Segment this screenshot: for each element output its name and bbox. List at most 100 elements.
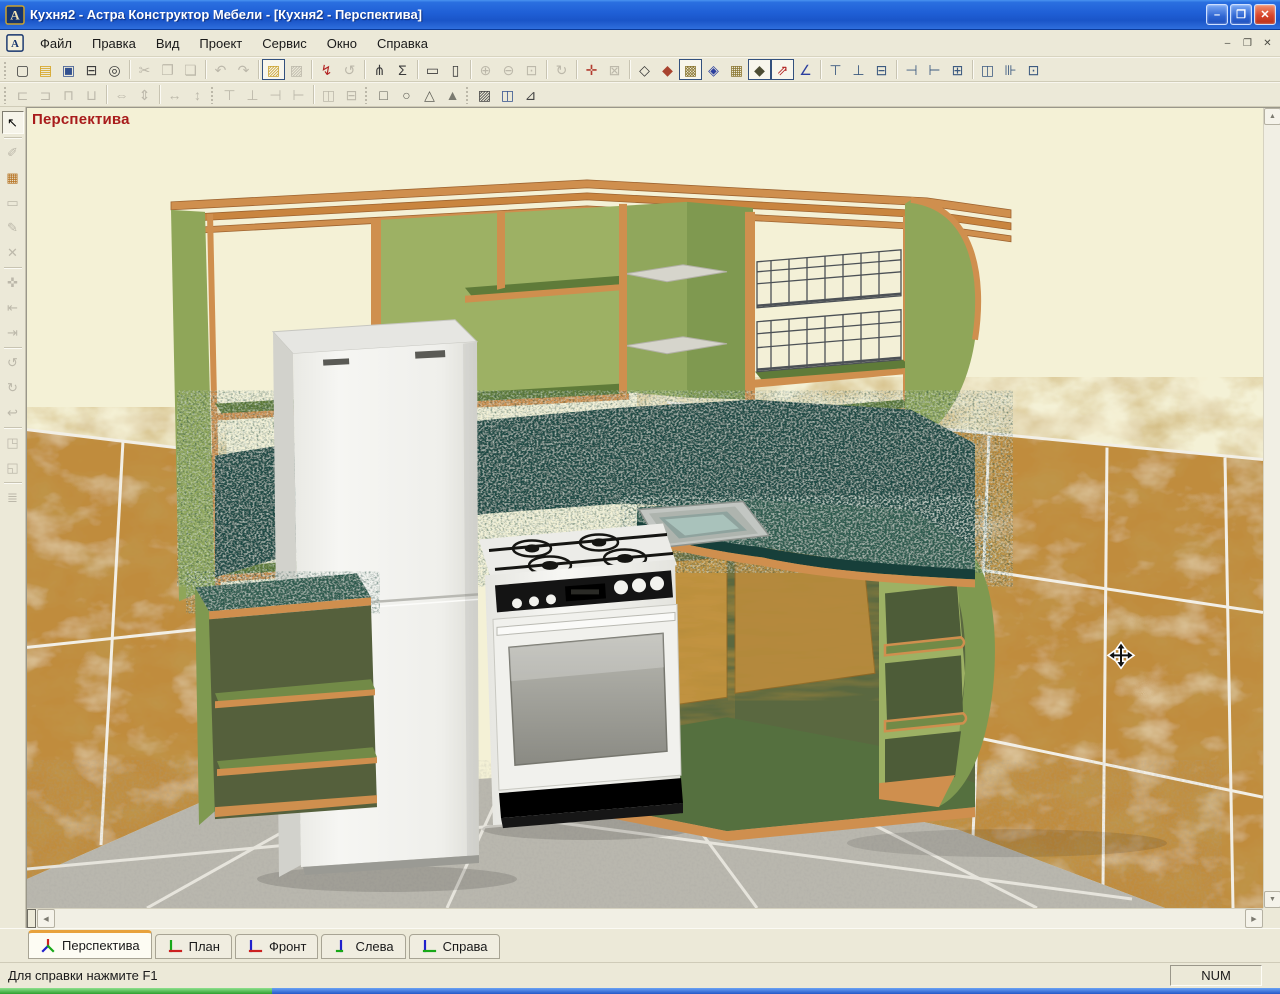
num-lock-indicator: NUM	[1170, 965, 1262, 986]
menu-project[interactable]: Проект	[189, 32, 252, 55]
app-icon: A	[5, 4, 25, 25]
undo-icon: ↶	[214, 61, 227, 78]
rotate-part-icon: ↺	[343, 61, 356, 78]
panel-top-icon[interactable]: ⊤	[824, 59, 847, 80]
mdi-minimize-button[interactable]: –	[1219, 35, 1236, 51]
open-folder-icon[interactable]: ▤	[34, 59, 57, 80]
panel-inside-icon[interactable]: ⊡	[1022, 59, 1045, 80]
menu-edit[interactable]: Правка	[82, 32, 146, 55]
view-fittings-icon[interactable]: ▦	[725, 59, 748, 80]
vertical-scrollbar[interactable]: ▲ ▼	[1263, 108, 1280, 908]
panel-left-icon[interactable]: ⊣	[900, 59, 923, 80]
new-file-icon[interactable]: ▢	[11, 59, 34, 80]
taskbar-start-edge	[0, 988, 272, 994]
toolbar-grip	[465, 85, 470, 104]
vertical-scroll-track[interactable]	[1264, 125, 1280, 891]
print-preview-icon[interactable]: ◎	[103, 59, 126, 80]
primitive-pyramid-icon[interactable]: ▲	[441, 84, 464, 105]
horizontal-scroll-track[interactable]	[55, 909, 1245, 928]
select-texture-icon[interactable]: ▨	[473, 84, 496, 105]
oven-door[interactable]	[492, 603, 682, 791]
view-textured-icon[interactable]: ▩	[679, 59, 702, 80]
panel-columns-icon[interactable]: ⊪	[999, 59, 1022, 80]
toolbar-editing: ⊏ ⊐ ⊓ ⊔ ⇔ ⇕ ↔ ↕ ⊤ ⊥ ⊣ ⊢ ◫ ⊟ □ ○ △ ▲ ▨ ◫ ⊿	[0, 82, 1280, 107]
coordinate-axes-icon[interactable]: ∠	[794, 59, 817, 80]
add-panel-icon[interactable]: ▦	[2, 166, 24, 189]
mdi-restore-button[interactable]: ❐	[1239, 35, 1256, 51]
save-icon[interactable]: ▣	[57, 59, 80, 80]
mdi-close-button[interactable]: ✕	[1259, 35, 1276, 51]
toolbar-separator	[972, 60, 973, 79]
view-tab-bar: Перспектива План Фронт Слева Справа	[0, 928, 1280, 962]
window-title: Кухня2 - Астра Конструктор Мебели - [Кух…	[30, 7, 423, 22]
horizontal-scrollbar[interactable]: ◀ ▶	[27, 908, 1263, 928]
tab-label: Слева	[355, 939, 394, 954]
panel-right-icon[interactable]: ⊢	[923, 59, 946, 80]
print-icon[interactable]: ⊟	[80, 59, 103, 80]
offset-left-icon: ⇤	[7, 299, 18, 315]
toolbar-separator	[205, 60, 206, 79]
restore-button[interactable]: ❐	[1230, 4, 1252, 25]
calc-sum-icon[interactable]: Σ	[391, 59, 414, 80]
toolbar-separator	[313, 85, 314, 104]
corner-panel[interactable]	[621, 201, 687, 398]
texture-direction-icon[interactable]: ⇗	[771, 59, 794, 80]
frame-horizontal-icon[interactable]: ▭	[421, 59, 444, 80]
rotate-y-icon: ↻	[7, 379, 18, 395]
tab-label: Фронт	[268, 939, 307, 954]
scroll-down-button[interactable]: ▼	[1264, 891, 1280, 908]
move-object-icon: ✜	[7, 274, 18, 290]
toolbar-separator	[896, 60, 897, 79]
view-solid-icon[interactable]: ◆	[656, 59, 679, 80]
scroll-right-button[interactable]: ▶	[1245, 909, 1263, 928]
tab-plan[interactable]: План	[154, 934, 232, 959]
panel-divider-icon[interactable]: ⊞	[946, 59, 969, 80]
fit-top-icon: ⊓	[63, 86, 74, 103]
menu-file[interactable]: Файл	[30, 32, 82, 55]
minimize-button[interactable]: –	[1206, 4, 1228, 25]
scale-object-icon: ◳	[6, 434, 19, 450]
fit-left-icon: ⊏	[16, 86, 29, 103]
toolbar-separator	[129, 60, 130, 79]
edit-shape-icon: ✎	[7, 219, 18, 235]
panel-rows-icon[interactable]: ◫	[976, 59, 999, 80]
pane-splitter[interactable]	[27, 909, 36, 928]
menu-service[interactable]: Сервис	[252, 32, 317, 55]
center-model-icon[interactable]: ✛	[580, 59, 603, 80]
close-button[interactable]: ✕	[1254, 4, 1276, 25]
tab-right[interactable]: Справа	[408, 934, 500, 959]
orbit-view-icon: ↻	[555, 61, 568, 78]
tab-perspective[interactable]: Перспектива	[28, 930, 152, 959]
gas-stove[interactable]	[479, 523, 683, 829]
primitive-cube-icon[interactable]: □	[372, 84, 395, 105]
menu-help[interactable]: Справка	[367, 32, 438, 55]
frame-vertical-icon[interactable]: ▯	[444, 59, 467, 80]
kitchen-3d-view[interactable]	[27, 108, 1263, 908]
panel-bottom-icon[interactable]: ⊥	[847, 59, 870, 80]
viewport-canvas[interactable]: Перспектива	[27, 108, 1263, 908]
view-render-icon[interactable]: ◆	[748, 59, 771, 80]
select-tool-icon[interactable]: ↖	[1, 111, 24, 134]
add-worktop-icon[interactable]: ⊿	[519, 84, 542, 105]
left-pedestal-cabinet[interactable]	[195, 573, 377, 826]
model-structure-icon[interactable]: ⋔	[368, 59, 391, 80]
add-door-icon[interactable]: ◫	[496, 84, 519, 105]
tab-front[interactable]: Фронт	[234, 934, 319, 959]
viewport-label: Перспектива	[32, 111, 130, 128]
tab-left[interactable]: Слева	[321, 934, 406, 959]
scroll-up-button[interactable]: ▲	[1264, 108, 1280, 125]
copy-icon: ❐	[161, 61, 174, 78]
scroll-left-button[interactable]: ◀	[37, 909, 55, 928]
fill-material-icon[interactable]: ▨	[262, 59, 285, 80]
menu-view[interactable]: Вид	[146, 32, 190, 55]
screws-icon[interactable]: ↯	[315, 59, 338, 80]
view-transparent-icon[interactable]: ◈	[702, 59, 725, 80]
view-wireframe-icon[interactable]: ◇	[633, 59, 656, 80]
panel-shelf-icon[interactable]: ⊟	[870, 59, 893, 80]
primitive-cylinder-icon[interactable]: ○	[395, 84, 418, 105]
fit-bottom-icon: ⊔	[86, 86, 97, 103]
menu-window[interactable]: Окно	[317, 32, 367, 55]
axes-3d-icon	[41, 938, 55, 953]
primitive-cone-icon[interactable]: △	[418, 84, 441, 105]
menu-bar: A Файл Правка Вид Проект Сервис Окно Справка –…	[0, 30, 1280, 57]
